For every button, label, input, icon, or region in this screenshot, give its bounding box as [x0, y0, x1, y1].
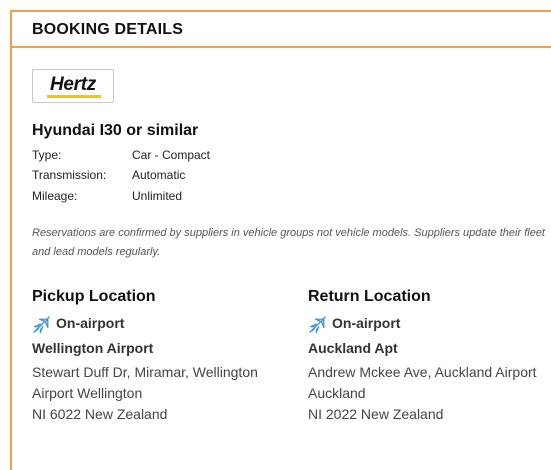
- return-address-line: Andrew Mckee Ave, Auckland Airport: [308, 364, 537, 380]
- return-type-label: On-airport: [332, 315, 401, 331]
- vehicle-name: Hyundai I30 or similar: [32, 122, 199, 139]
- return-address-line: Auckland: [308, 385, 366, 401]
- pickup-address-line: Stewart Duff Dr, Miramar, Wellington: [32, 364, 258, 380]
- pickup-type-label: On-airport: [56, 315, 125, 331]
- panel-title: BOOKING DETAILS: [32, 21, 184, 38]
- supplier-disclaimer: Reservations are confirmed by suppliers …: [32, 227, 545, 258]
- pickup-name: Wellington Airport: [32, 340, 154, 356]
- pickup-title: Pickup Location: [32, 288, 156, 305]
- return-location: Return Location On-airport Auckland Apt …: [308, 288, 551, 425]
- supplier-logo-text: Hertz: [49, 74, 96, 95]
- spec-value: Car - Compact: [132, 148, 211, 162]
- return-address-line: NI 2022 New Zealand: [308, 406, 444, 422]
- pickup-location: Pickup Location On-airport Wellington Ai…: [32, 288, 277, 425]
- spec-value: Automatic: [132, 168, 186, 182]
- spec-value: Unlimited: [132, 189, 183, 203]
- pickup-address-line: NI 6022 New Zealand: [32, 406, 168, 422]
- panel-header: BOOKING DETAILS: [12, 12, 551, 48]
- airplane-icon: [33, 316, 50, 334]
- spec-label: Transmission:: [32, 168, 107, 182]
- return-name: Auckland Apt: [308, 340, 398, 356]
- airplane-icon: [309, 316, 326, 334]
- spec-label: Type:: [32, 148, 62, 162]
- spec-label: Mileage:: [32, 189, 78, 203]
- return-title: Return Location: [308, 288, 431, 305]
- supplier-logo: Hertz: [32, 69, 114, 103]
- supplier-logo-underline: [47, 95, 101, 98]
- booking-details-panel: BOOKING DETAILS Hertz Hyundai I30 or sim…: [10, 10, 551, 470]
- pickup-type: On-airport: [32, 312, 277, 340]
- pickup-address-line: Airport Wellington: [32, 385, 143, 401]
- return-type: On-airport: [308, 312, 551, 340]
